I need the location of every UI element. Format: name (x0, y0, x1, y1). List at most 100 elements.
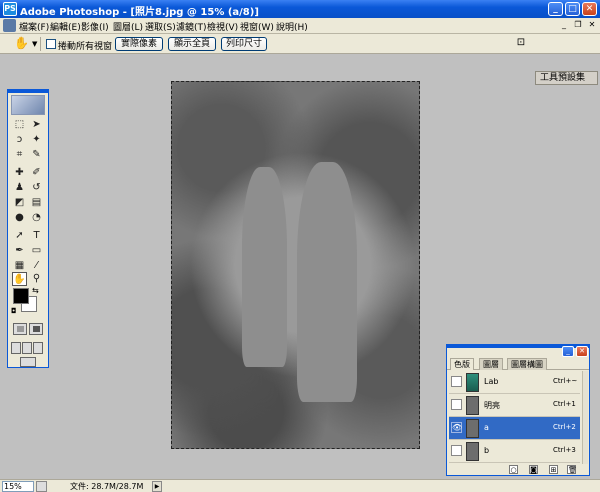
channel-row-lab[interactable]: Lab Ctrl+~ (449, 371, 580, 394)
channel-row-lightness[interactable]: 明亮 Ctrl+1 (449, 394, 580, 417)
gradient-icon[interactable]: ▤ (29, 196, 44, 210)
tool-presets-tab[interactable]: 工具預設集 (535, 71, 598, 85)
divider (40, 37, 41, 51)
menu-bar: 檔案(F) 編輯(E) 影像(I) 圖層(L) 選取(S) 濾鏡(T) 檢視(V… (0, 18, 600, 34)
visibility-toggle[interactable] (451, 376, 462, 387)
load-selection-icon[interactable]: ○ (509, 465, 518, 474)
tab-layers[interactable]: 圖層 (479, 358, 503, 370)
channel-thumbnail (466, 396, 479, 415)
magic-wand-icon[interactable]: ✦ (29, 133, 44, 147)
lasso-icon[interactable]: ↄ (12, 133, 27, 147)
window-title: Adobe Photoshop - [照片8.jpg @ 15% (a/8)] (20, 7, 259, 18)
minimize-button[interactable]: _ (548, 2, 563, 16)
tab-channels[interactable]: 色版 (450, 358, 474, 370)
shape-icon[interactable]: ▭ (29, 244, 44, 258)
marquee-icon[interactable]: ⬚ (12, 118, 27, 132)
menu-view[interactable]: 檢視(V) (207, 20, 238, 33)
menu-window[interactable]: 視窗(W) (240, 20, 274, 33)
panel-close-button[interactable]: ✕ (576, 346, 588, 357)
fit-on-screen-button[interactable]: 顯示全頁 (168, 37, 216, 51)
eyedropper-icon[interactable]: ⁄ (29, 259, 44, 273)
panel-scrollbar[interactable] (582, 371, 588, 464)
photoshop-app-icon[interactable]: PS (3, 2, 17, 16)
type-icon[interactable]: T (29, 229, 44, 243)
new-channel-icon[interactable]: ⊞ (549, 465, 558, 474)
delete-channel-icon[interactable]: 🗑 (567, 465, 577, 474)
hand-icon[interactable]: ✋ (12, 272, 27, 286)
channel-thumbnail (466, 442, 479, 461)
channel-name: 明亮 (484, 401, 500, 410)
scroll-all-windows-checkbox[interactable] (46, 39, 56, 49)
eye-icon[interactable]: 👁 (451, 422, 462, 433)
menu-filter[interactable]: 濾鏡(T) (176, 20, 207, 33)
doc-restore-button[interactable]: ❐ (572, 20, 584, 31)
move-icon[interactable]: ➤ (29, 118, 44, 132)
menu-file[interactable]: 檔案(F) (19, 20, 49, 33)
scroll-all-windows-label: 捲動所有視窗 (58, 42, 113, 52)
menu-image[interactable]: 影像(I) (81, 20, 109, 33)
hand-tool-icon[interactable]: ✋ (14, 37, 29, 49)
notes-icon[interactable]: ▦ (12, 259, 27, 273)
print-size-button[interactable]: 列印尺寸 (221, 37, 267, 51)
close-button[interactable]: ✕ (582, 2, 597, 16)
menu-select[interactable]: 選取(S) (145, 20, 176, 33)
healing-brush-icon[interactable]: ✚ (12, 166, 27, 180)
history-brush-icon[interactable]: ↺ (29, 181, 44, 195)
channel-shortcut: Ctrl+3 (553, 446, 576, 454)
brush-icon[interactable]: ✐ (29, 166, 44, 180)
full-screen-menu-icon[interactable] (22, 342, 32, 354)
channel-row-b[interactable]: b Ctrl+3 (449, 440, 580, 463)
adobe-online-icon[interactable] (11, 95, 45, 115)
menu-help[interactable]: 說明(H) (276, 20, 308, 33)
channel-list: Lab Ctrl+~ 明亮 Ctrl+1 👁 a Ctrl+2 b Ctrl+3 (449, 371, 588, 464)
panel-tabs: 色版 圖層 圖層構圖 ▸ (447, 358, 589, 379)
doc-close-button[interactable]: ✕ (586, 20, 598, 31)
panel-minimize-button[interactable]: _ (562, 346, 574, 357)
swap-colors-icon[interactable]: ⇆ (32, 286, 39, 295)
channel-name: a (484, 423, 489, 432)
dodge-icon[interactable]: ◔ (29, 211, 44, 225)
channel-thumbnail (466, 419, 479, 438)
channel-row-a[interactable]: 👁 a Ctrl+2 (449, 417, 580, 440)
zoom-icon[interactable]: ⚲ (29, 272, 44, 286)
pen-icon[interactable]: ✒ (12, 244, 27, 258)
eraser-icon[interactable]: ◩ (12, 196, 27, 210)
blur-icon[interactable]: ● (12, 211, 27, 225)
menu-layer[interactable]: 圖層(L) (113, 20, 143, 33)
person-left (242, 167, 287, 367)
save-selection-icon[interactable]: ◙ (529, 465, 538, 474)
document-icon[interactable] (3, 19, 16, 32)
jump-to-imageready-icon[interactable] (20, 357, 36, 367)
channel-name: b (484, 446, 490, 455)
channels-panel: _ ✕ 色版 圖層 圖層構圖 ▸ Lab Ctrl+~ 明亮 Ctrl+1 👁 … (446, 344, 590, 476)
quick-mask-icon[interactable] (29, 323, 43, 335)
document-canvas[interactable] (171, 81, 420, 449)
slice-icon[interactable]: ✎ (29, 148, 44, 162)
person-right (297, 162, 357, 402)
visibility-toggle[interactable] (451, 445, 462, 456)
tool-preset-dropdown[interactable]: ▼ (32, 40, 37, 48)
visibility-toggle[interactable] (451, 399, 462, 410)
foreground-color-swatch[interactable] (13, 288, 29, 304)
doc-minimize-button[interactable]: _ (558, 20, 570, 31)
title-bar: PS Adobe Photoshop - [照片8.jpg @ 15% (a/8… (0, 0, 600, 18)
standard-mode-icon[interactable] (13, 323, 27, 335)
tab-layer-comps[interactable]: 圖層構圖 (507, 358, 547, 370)
channel-shortcut: Ctrl+2 (553, 423, 576, 431)
full-screen-icon[interactable] (33, 342, 43, 354)
standard-screen-icon[interactable] (11, 342, 21, 354)
clone-stamp-icon[interactable]: ♟ (12, 181, 27, 195)
crop-icon[interactable]: ⌗ (12, 148, 27, 162)
panel-footer: ○ ◙ ⊞ 🗑 (447, 465, 589, 475)
menu-edit[interactable]: 編輯(E) (50, 20, 81, 33)
actual-pixels-button[interactable]: 實際像素 (115, 37, 163, 51)
zoom-field[interactable]: 15% (2, 481, 34, 492)
maximize-button[interactable]: □ (565, 2, 580, 16)
channel-shortcut: Ctrl+~ (553, 377, 578, 385)
options-bar: ✋ ▼ 捲動所有視窗 實際像素 顯示全頁 列印尺寸 ⊡ 工具預設集 (0, 34, 600, 85)
default-colors-icon[interactable]: ◘ (11, 307, 17, 315)
status-menu-arrow-icon[interactable]: ▶ (152, 481, 162, 492)
status-options-icon[interactable] (36, 481, 47, 492)
path-select-icon[interactable]: ➚ (12, 229, 27, 243)
palette-toggle-icon[interactable]: ⊡ (512, 37, 530, 51)
